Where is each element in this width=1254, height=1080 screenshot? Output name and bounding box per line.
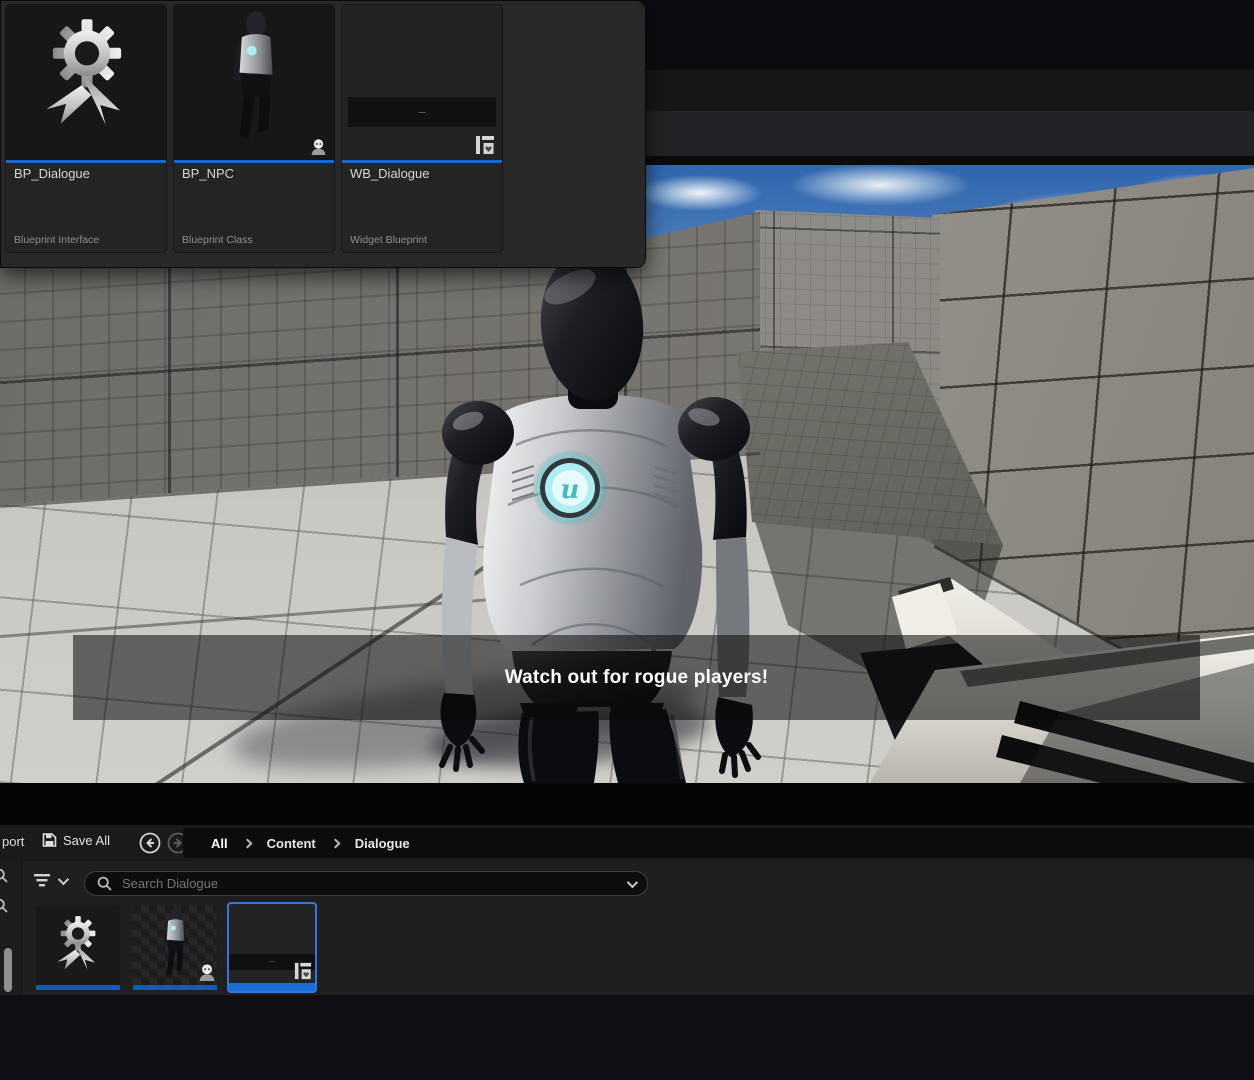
viewport-bottom-gap (0, 783, 1254, 825)
card-type: Blueprint Class (182, 234, 253, 246)
asset-card-bp-npc[interactable]: BP_NPC Blueprint Class (173, 4, 335, 253)
asset-tile-wb-dialogue-selected[interactable]: — (227, 902, 317, 993)
asset-tile-accent (133, 985, 217, 990)
card-type: Blueprint Interface (14, 234, 99, 246)
card-name: WB_Dialogue (350, 166, 430, 181)
search-dropdown-chevron-icon[interactable] (627, 876, 638, 887)
save-all-label: Save All (63, 833, 110, 848)
card-accent-line (342, 160, 502, 163)
clipped-search-icon[interactable] (0, 898, 9, 914)
chevron-down-icon (58, 873, 69, 884)
editor-toolbar-strip (646, 70, 1254, 111)
card-accent-line (6, 160, 166, 163)
card-name: BP_NPC (182, 166, 234, 181)
editor-top-background (646, 0, 1254, 70)
hud-message-text: Watch out for rogue players! (505, 667, 769, 689)
blueprint-interface-icon (32, 17, 142, 127)
content-browser: — (0, 861, 1254, 995)
save-all-button[interactable]: Save All (42, 832, 110, 848)
card-accent-line (174, 160, 334, 163)
filter-icon (33, 873, 51, 888)
card-thumbnail (6, 5, 166, 160)
save-icon (42, 832, 57, 848)
search-icon (97, 876, 113, 892)
asset-card-bp-dialogue[interactable]: BP_Dialogue Blueprint Interface (5, 4, 167, 253)
person-icon (198, 963, 216, 981)
selected-tile-bar (229, 983, 315, 991)
search-box[interactable] (84, 871, 648, 896)
asset-tooltip-popup: BP_Dialogue Blueprint Interface BP_NPC B… (0, 0, 646, 268)
sources-panel-edge (0, 861, 22, 995)
breadcrumb-item-content[interactable]: Content (267, 836, 316, 851)
card-name: BP_Dialogue (14, 166, 90, 181)
chevron-right-icon (242, 838, 252, 848)
vertical-scrollbar[interactable] (4, 948, 12, 992)
import-button[interactable]: port (2, 834, 24, 849)
content-browser-footer (0, 995, 1254, 1080)
asset-tile-bp-dialogue[interactable] (36, 905, 120, 985)
breadcrumb-item-all[interactable]: All (211, 836, 228, 851)
svg-text:u: u (561, 475, 580, 505)
hud-message-bar: Watch out for rogue players! (73, 635, 1200, 720)
search-input[interactable] (120, 875, 620, 892)
mannequin-thumbnail (157, 907, 193, 983)
asset-card-wb-dialogue[interactable]: — WB_Dialogue Widget Blueprint (341, 4, 503, 253)
filter-button[interactable] (33, 873, 66, 888)
widget-icon (475, 135, 495, 155)
card-thumbnail (174, 5, 334, 160)
editor-toolbar-strip-lower (646, 111, 1254, 156)
back-button[interactable] (137, 830, 163, 856)
breadcrumb-item-dialogue[interactable]: Dialogue (355, 836, 410, 851)
unreal-editor-window: u Watch (0, 0, 1254, 1080)
widget-preview-band: — (348, 97, 496, 127)
mannequin-thumbnail (222, 11, 288, 154)
blueprint-interface-icon (50, 915, 106, 971)
asset-tile-bp-npc[interactable] (133, 905, 217, 985)
content-browser-toolbar: port Save All All Content Dialogue (0, 825, 1254, 861)
clipped-search-icon[interactable] (0, 868, 9, 884)
breadcrumb: All Content Dialogue (183, 828, 1254, 858)
widget-icon (294, 962, 312, 980)
card-thumbnail: — (342, 5, 502, 160)
chevron-right-icon (330, 838, 340, 848)
person-icon (310, 138, 327, 155)
chest-ue-emblem: u (532, 450, 608, 526)
viewport-top-border (646, 156, 1254, 165)
card-type: Widget Blueprint (350, 234, 427, 246)
asset-tile-accent (36, 985, 120, 990)
